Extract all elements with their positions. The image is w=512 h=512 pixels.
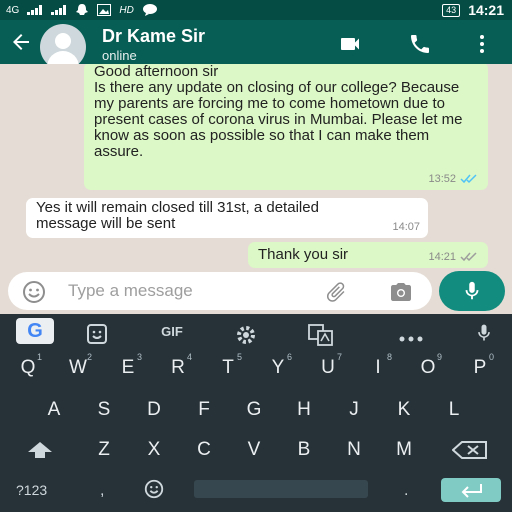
message-time: 14:21 <box>428 251 456 263</box>
snapchat-icon <box>76 4 89 15</box>
message-time: 13:52 <box>428 173 456 185</box>
avatar-head-shape <box>55 33 71 49</box>
chat-header: Dr Kame Sir online <box>0 20 512 70</box>
more-vert-icon[interactable] <box>470 32 494 56</box>
space-bar[interactable] <box>194 480 368 498</box>
period-key[interactable]: . <box>404 482 408 500</box>
sticker-icon[interactable] <box>86 321 110 347</box>
key-m[interactable]: M <box>384 432 424 468</box>
contact-info[interactable]: Dr Kame Sir online <box>102 26 205 63</box>
key-t[interactable]: T5 <box>208 350 248 386</box>
key-k[interactable]: K <box>384 392 424 428</box>
camera-icon[interactable] <box>388 280 414 304</box>
signal-icon-2 <box>51 5 67 15</box>
message-meta: 14:21 <box>428 249 480 265</box>
attach-icon[interactable] <box>324 280 348 304</box>
emoji-key-icon[interactable] <box>140 478 168 500</box>
key-l[interactable]: L <box>434 392 474 428</box>
settings-icon[interactable] <box>234 322 258 348</box>
key-o[interactable]: O9 <box>408 350 448 386</box>
enter-key[interactable] <box>441 478 501 502</box>
status-left-icons: 4G HD <box>6 3 158 17</box>
message-meta: 14:07 <box>392 219 420 235</box>
key-c[interactable]: C <box>184 432 224 468</box>
key-p[interactable]: P0 <box>460 350 500 386</box>
key-z[interactable]: Z <box>84 432 124 468</box>
network-type: 4G <box>6 4 20 16</box>
message-time: 14:07 <box>392 221 420 233</box>
gif-button[interactable]: GIF <box>150 318 194 344</box>
message-composer <box>8 272 432 310</box>
symbols-key[interactable]: ?123 <box>16 482 47 498</box>
key-w[interactable]: W2 <box>58 350 98 386</box>
signal-icon <box>27 5 43 15</box>
battery-indicator: 43 <box>442 3 461 17</box>
contact-name: Dr Kame Sir <box>102 26 206 46</box>
google-search-button[interactable]: G <box>16 318 54 344</box>
key-n[interactable]: N <box>334 432 374 468</box>
message-incoming[interactable]: Yes it will remain closed till 31st, a d… <box>26 198 428 238</box>
keyboard: G GIF Q1 W2 E3 R4 T5 Y6 U7 I8 O9 P0 A S … <box>0 314 512 512</box>
backspace-icon[interactable] <box>452 441 488 459</box>
google-g-icon: G <box>27 319 43 342</box>
key-b[interactable]: B <box>284 432 324 468</box>
shift-icon[interactable] <box>26 440 54 460</box>
key-x[interactable]: X <box>134 432 174 468</box>
enter-arrow-icon <box>461 484 482 498</box>
key-d[interactable]: D <box>134 392 174 428</box>
key-e[interactable]: E3 <box>108 350 148 386</box>
emoji-icon[interactable] <box>22 280 46 304</box>
double-tick-read-icon <box>460 174 477 184</box>
hd-badge: HD <box>119 4 134 16</box>
key-i[interactable]: I8 <box>358 350 398 386</box>
key-a[interactable]: A <box>34 392 74 428</box>
keyboard-mic-icon[interactable] <box>474 320 494 346</box>
key-g[interactable]: G <box>234 392 274 428</box>
message-input[interactable] <box>68 278 318 304</box>
key-s[interactable]: S <box>84 392 124 428</box>
key-q[interactable]: Q1 <box>8 350 48 386</box>
key-u[interactable]: U7 <box>308 350 348 386</box>
mic-icon <box>465 281 479 300</box>
keyboard-toolbar: G GIF <box>0 314 512 348</box>
double-tick-icon <box>460 252 477 262</box>
key-y[interactable]: Y6 <box>258 350 298 386</box>
message-outgoing[interactable]: Thank you sir 14:21 <box>248 242 488 268</box>
voice-record-button[interactable] <box>439 271 505 311</box>
more-horiz-icon[interactable] <box>398 326 424 352</box>
message-text: Good afternoon sir Is there any update o… <box>94 64 463 160</box>
status-bar: 4G HD 43 14:21 <box>0 0 512 20</box>
translate-icon[interactable] <box>308 322 334 348</box>
message-text: Yes it will remain closed till 31st, a d… <box>36 199 319 232</box>
key-f[interactable]: F <box>184 392 224 428</box>
key-r[interactable]: R4 <box>158 350 198 386</box>
video-call-icon[interactable] <box>338 32 362 56</box>
gallery-icon <box>97 4 112 16</box>
message-meta: 13:52 <box>428 171 480 187</box>
back-arrow-icon[interactable] <box>8 30 34 54</box>
message-outgoing[interactable]: Good afternoon sir Is there any update o… <box>84 64 488 190</box>
status-time: 14:21 <box>468 2 504 18</box>
chat-notification-icon <box>142 4 157 16</box>
contact-status: online <box>102 48 137 63</box>
comma-key[interactable]: , <box>100 482 104 500</box>
key-h[interactable]: H <box>284 392 324 428</box>
phone-icon[interactable] <box>408 32 432 56</box>
key-v[interactable]: V <box>234 432 274 468</box>
key-j[interactable]: J <box>334 392 374 428</box>
